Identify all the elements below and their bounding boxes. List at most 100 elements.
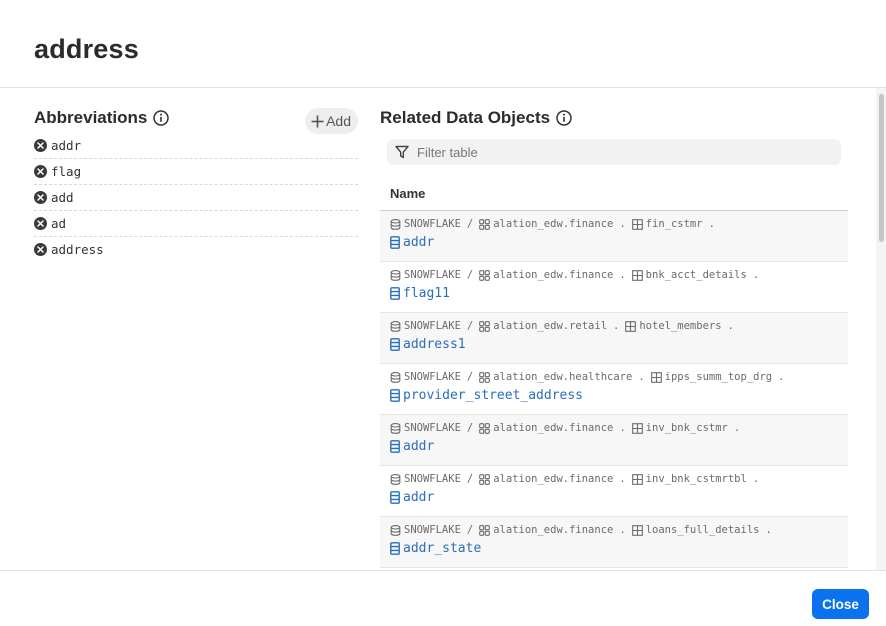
dialog-footer: Close	[0, 570, 886, 626]
datasource-link[interactable]: SNOWFLAKE	[404, 371, 461, 383]
datasource-link[interactable]: SNOWFLAKE	[404, 269, 461, 281]
scrollbar[interactable]	[876, 88, 886, 570]
table-link[interactable]: hotel_members	[639, 320, 721, 332]
table-link[interactable]: loans_full_details	[646, 524, 760, 536]
datasource-link[interactable]: SNOWFLAKE	[404, 473, 461, 485]
schema-link[interactable]: alation_edw.healthcare	[493, 371, 632, 383]
column-name: addr	[403, 490, 435, 505]
remove-circle-icon[interactable]	[34, 139, 47, 152]
database-icon	[390, 320, 401, 332]
object-path: SNOWFLAKE / alation_edw.retail. hotel_membe…	[390, 320, 848, 332]
table-link[interactable]: inv_bnk_cstmr	[646, 422, 728, 434]
path-separator: /	[466, 473, 474, 485]
column-header-name[interactable]: Name	[380, 186, 848, 211]
column-link[interactable]: addr	[390, 235, 848, 250]
datasource-link[interactable]: SNOWFLAKE	[404, 320, 461, 332]
abbreviation-text: addr	[51, 138, 82, 153]
schema-link[interactable]: alation_edw.finance	[493, 473, 613, 485]
column-name: flag11	[403, 286, 450, 301]
schema-link[interactable]: alation_edw.retail	[493, 320, 607, 332]
path-separator: /	[466, 269, 474, 281]
path-separator: .	[619, 269, 626, 281]
info-icon[interactable]	[153, 110, 170, 126]
schema-icon	[479, 320, 491, 332]
database-icon	[390, 269, 401, 281]
remove-circle-icon[interactable]	[34, 243, 47, 256]
column-icon	[390, 287, 400, 300]
path-separator: /	[466, 320, 474, 332]
path-separator: .	[752, 269, 760, 281]
path-separator: .	[619, 473, 626, 485]
datasource-link[interactable]: SNOWFLAKE	[404, 422, 461, 434]
datasource-link[interactable]: SNOWFLAKE	[404, 524, 461, 536]
column-icon	[390, 491, 400, 504]
page-title: address	[34, 34, 139, 64]
abbreviation-list: addr flag add ad address	[34, 133, 358, 262]
column-icon	[390, 236, 400, 249]
path-separator: .	[708, 218, 715, 230]
table-row: SNOWFLAKE / alation_edw.finance. bnk_acct_d…	[380, 262, 848, 313]
abbreviations-title: Abbreviations	[34, 108, 148, 127]
path-separator: .	[778, 371, 785, 383]
schema-link[interactable]: alation_edw.finance	[493, 269, 613, 281]
database-icon	[390, 524, 401, 536]
plus-icon	[311, 115, 324, 127]
column-name: address1	[403, 337, 466, 352]
abbreviations-panel: Abbreviations Add addr flag add ad address	[34, 108, 358, 262]
table-link[interactable]: ipps_summ_top_drg	[665, 371, 772, 383]
filter-bar	[387, 139, 841, 165]
related-objects-heading: Related Data Objects	[380, 108, 848, 128]
filter-icon	[395, 145, 409, 159]
schema-icon	[479, 269, 491, 281]
info-icon[interactable]	[556, 110, 572, 126]
abbreviation-text: flag	[51, 164, 82, 179]
table-row: SNOWFLAKE / alation_edw.healthcare. ipps_su…	[380, 364, 848, 415]
column-link[interactable]: flag11	[390, 286, 848, 301]
schema-link[interactable]: alation_edw.finance	[493, 218, 613, 230]
abbreviation-item: ad	[34, 211, 358, 237]
close-button[interactable]: Close	[812, 589, 869, 619]
column-name: addr	[403, 439, 435, 454]
table-link[interactable]: fin_cstmr	[646, 218, 703, 230]
table-icon	[625, 320, 637, 332]
column-icon	[390, 389, 400, 402]
abbreviation-item: addr	[34, 133, 358, 159]
column-link[interactable]: addr	[390, 439, 848, 454]
table-row: SNOWFLAKE / alation_edw.retail. hotel_membe…	[380, 313, 848, 364]
table-icon	[631, 218, 643, 230]
column-link[interactable]: provider_street_address	[390, 388, 848, 403]
datasource-link[interactable]: SNOWFLAKE	[404, 218, 461, 230]
scrollbar-thumb[interactable]	[879, 94, 884, 242]
remove-circle-icon[interactable]	[34, 165, 47, 178]
table-link[interactable]: bnk_acct_details	[646, 269, 747, 281]
remove-circle-icon[interactable]	[34, 191, 47, 204]
column-link[interactable]: address1	[390, 337, 848, 352]
abbreviation-text: ad	[51, 216, 67, 231]
path-separator: /	[466, 422, 474, 434]
path-separator: .	[619, 422, 626, 434]
path-separator: /	[466, 371, 474, 383]
path-separator: /	[466, 218, 474, 230]
column-link[interactable]: addr_state	[390, 541, 848, 556]
schema-link[interactable]: alation_edw.finance	[493, 524, 613, 536]
column-name: addr_state	[403, 541, 482, 556]
abbreviation-text: add	[51, 190, 74, 205]
path-separator: .	[638, 371, 645, 383]
filter-table-input[interactable]	[415, 143, 799, 161]
table-row: SNOWFLAKE / alation_edw.finance. loans_full…	[380, 517, 848, 568]
column-name: provider_street_address	[403, 388, 584, 403]
object-path: SNOWFLAKE / alation_edw.finance. inv_bnk_cs…	[390, 422, 848, 434]
table-link[interactable]: inv_bnk_cstmrtbl	[646, 473, 747, 485]
database-icon	[390, 218, 401, 230]
column-link[interactable]: addr	[390, 490, 848, 505]
object-path: SNOWFLAKE / alation_edw.finance. fin_cstmr.	[390, 218, 848, 230]
add-abbreviation-button[interactable]: Add	[305, 108, 358, 134]
related-objects-table: SNOWFLAKE / alation_edw.finance. fin_cstmr.…	[380, 211, 848, 568]
object-path: SNOWFLAKE / alation_edw.finance. bnk_acct_d…	[390, 269, 848, 281]
remove-circle-icon[interactable]	[34, 217, 47, 230]
path-separator: .	[765, 524, 772, 536]
path-separator: /	[466, 524, 474, 536]
table-row: SNOWFLAKE / alation_edw.finance. inv_bnk_cs…	[380, 415, 848, 466]
schema-link[interactable]: alation_edw.finance	[493, 422, 613, 434]
abbreviation-text: address	[51, 242, 104, 257]
